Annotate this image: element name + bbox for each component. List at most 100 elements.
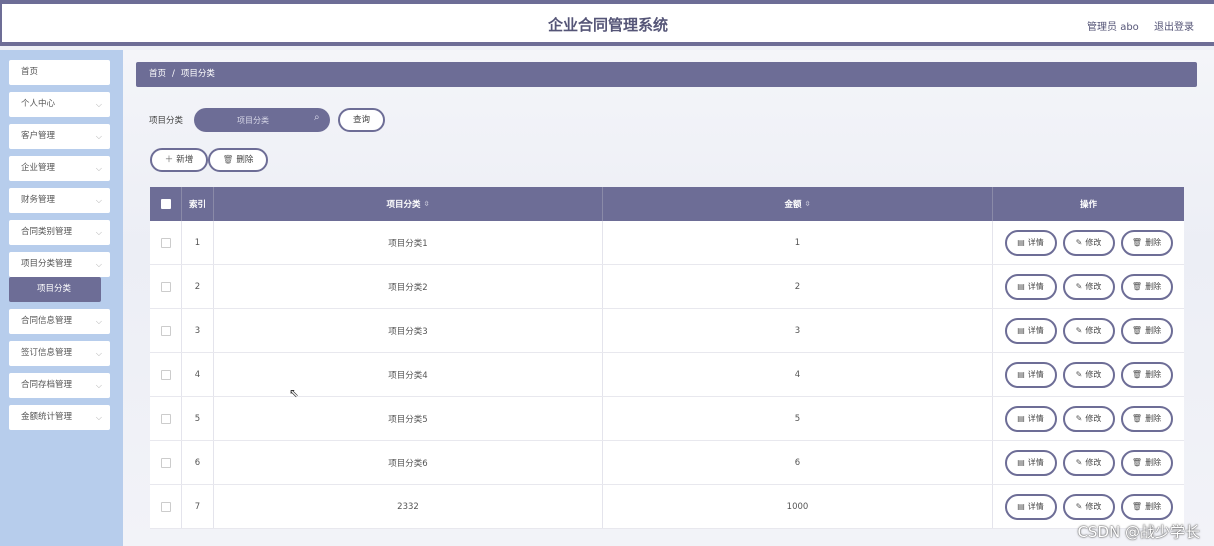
edit-button[interactable]: ✎ 修改 [1062, 361, 1115, 388]
edit-label: 修改 [1085, 282, 1102, 291]
chevron-down-icon: ⌵ [95, 260, 102, 269]
logout-link[interactable]: 退出登录 [1154, 22, 1194, 33]
sidebar-item[interactable]: 签订信息管理 ⌵ [9, 341, 110, 366]
detail-button[interactable]: ▤ 详情 [1004, 229, 1057, 256]
query-button[interactable]: 查询 [338, 108, 385, 132]
edit-button[interactable]: ✎ 修改 [1062, 493, 1115, 520]
detail-button[interactable]: ▤ 详情 [1004, 317, 1057, 344]
row-category: 项目分类3 [214, 309, 603, 352]
detail-button[interactable]: ▤ 详情 [1004, 405, 1057, 432]
sidebar-item[interactable]: 首页 [9, 60, 110, 85]
row-index: 3 [182, 309, 214, 352]
row-checkbox[interactable] [160, 281, 171, 292]
select-all-cell [150, 187, 182, 221]
chevron-down-icon: ⌵ [95, 164, 102, 173]
edit-button[interactable]: ✎ 修改 [1062, 317, 1115, 344]
delete-label: 删除 [1145, 370, 1162, 379]
trash-icon: 🗑 [1131, 502, 1143, 511]
row-amount: 6 [603, 441, 993, 484]
sidebar-item[interactable]: 项目分类 [9, 277, 101, 302]
delete-button[interactable]: 🗑 删除 [1120, 361, 1173, 388]
pencil-icon: ✎ [1075, 502, 1083, 511]
sidebar-item-label: 客户管理 [21, 131, 56, 141]
delete-button[interactable]: 🗑 删除 [1120, 493, 1173, 520]
row-category: 项目分类1 [214, 221, 603, 264]
search-icon: ⌕ [314, 112, 320, 123]
document-icon: ▤ [1017, 458, 1025, 467]
sidebar-item-label: 首页 [21, 67, 39, 77]
delete-label: 删除 [1145, 282, 1162, 291]
row-checkbox[interactable] [160, 369, 171, 380]
search-input[interactable] [194, 108, 330, 132]
sidebar-item-label: 企业管理 [21, 163, 56, 173]
sidebar-item[interactable]: 合同存档管理 ⌵ [9, 373, 110, 398]
document-icon: ▤ [1017, 326, 1025, 335]
row-checkbox[interactable] [160, 457, 171, 468]
row-category: 项目分类4 [214, 353, 603, 396]
detail-button[interactable]: ▤ 详情 [1004, 449, 1057, 476]
edit-button[interactable]: ✎ 修改 [1062, 229, 1115, 256]
breadcrumb-home[interactable]: 首页 [149, 69, 166, 79]
row-checkbox[interactable] [160, 237, 171, 248]
edit-button[interactable]: ✎ 修改 [1062, 405, 1115, 432]
row-amount: 1000 [603, 485, 993, 528]
delete-label: 删除 [1145, 326, 1162, 335]
table-row: 1 项目分类1 1 ▤ 详情 ✎ 修改 🗑 删除 [150, 221, 1184, 265]
header-amount[interactable]: 金额 ⇳ [603, 187, 993, 221]
row-check-cell [150, 485, 182, 528]
chevron-down-icon: ⌵ [95, 132, 102, 141]
plus-icon: ＋ [164, 155, 174, 165]
sidebar-item-label: 项目分类 [37, 284, 72, 294]
search-label: 项目分类 [149, 116, 184, 126]
watermark: CSDN @战少学长 [1077, 523, 1200, 541]
sidebar-item[interactable]: 客户管理 ⌵ [9, 124, 110, 149]
detail-label: 详情 [1027, 458, 1044, 467]
edit-label: 修改 [1085, 458, 1102, 467]
delete-button[interactable]: 🗑 删除 [1120, 229, 1173, 256]
sidebar-item[interactable]: 合同信息管理 ⌵ [9, 309, 110, 334]
detail-button[interactable]: ▤ 详情 [1004, 361, 1057, 388]
table-row: 4 项目分类4 4 ▤ 详情 ✎ 修改 🗑 删除 [150, 353, 1184, 397]
document-icon: ▤ [1017, 414, 1025, 423]
user-area: 管理员 abo 退出登录 [1075, 18, 1194, 33]
row-actions: ▤ 详情 ✎ 修改 🗑 删除 [993, 309, 1184, 352]
bulk-delete-button[interactable]: 🗑 删除 [208, 148, 268, 172]
row-actions: ▤ 详情 ✎ 修改 🗑 删除 [993, 397, 1184, 440]
edit-button[interactable]: ✎ 修改 [1062, 273, 1115, 300]
sidebar-item[interactable]: 企业管理 ⌵ [9, 156, 110, 181]
sidebar-item[interactable]: 财务管理 ⌵ [9, 188, 110, 213]
sidebar-item-label: 合同类别管理 [21, 227, 73, 237]
row-checkbox[interactable] [160, 501, 171, 512]
pencil-icon: ✎ [1075, 414, 1083, 423]
header-category[interactable]: 项目分类 ⇳ [214, 187, 603, 221]
detail-button[interactable]: ▤ 详情 [1004, 493, 1057, 520]
sidebar-item[interactable]: 合同类别管理 ⌵ [9, 220, 110, 245]
row-checkbox[interactable] [160, 325, 171, 336]
bulk-delete-label: 删除 [236, 155, 254, 165]
row-checkbox[interactable] [160, 413, 171, 424]
select-all-checkbox[interactable] [160, 199, 171, 209]
delete-button[interactable]: 🗑 删除 [1120, 273, 1173, 300]
table-row: 6 项目分类6 6 ▤ 详情 ✎ 修改 🗑 删除 [150, 441, 1184, 485]
delete-button[interactable]: 🗑 删除 [1120, 405, 1173, 432]
edit-label: 修改 [1085, 326, 1102, 335]
row-index: 2 [182, 265, 214, 308]
detail-label: 详情 [1027, 326, 1044, 335]
delete-label: 删除 [1145, 458, 1162, 467]
edit-button[interactable]: ✎ 修改 [1062, 449, 1115, 476]
pencil-icon: ✎ [1075, 370, 1083, 379]
breadcrumb-separator: / [172, 69, 175, 79]
row-index: 7 [182, 485, 214, 528]
document-icon: ▤ [1017, 282, 1025, 291]
row-index: 6 [182, 441, 214, 484]
sidebar-item[interactable]: 个人中心 ⌵ [9, 92, 110, 117]
sidebar-item[interactable]: 项目分类管理 ⌵ [9, 252, 110, 277]
delete-button[interactable]: 🗑 删除 [1120, 449, 1173, 476]
delete-button[interactable]: 🗑 删除 [1120, 317, 1173, 344]
sidebar-item[interactable]: 金额统计管理 ⌵ [9, 405, 110, 430]
header-index: 索引 [182, 187, 214, 221]
add-button[interactable]: ＋新增 [150, 148, 208, 172]
row-index: 4 [182, 353, 214, 396]
detail-button[interactable]: ▤ 详情 [1004, 273, 1057, 300]
document-icon: ▤ [1017, 502, 1025, 511]
